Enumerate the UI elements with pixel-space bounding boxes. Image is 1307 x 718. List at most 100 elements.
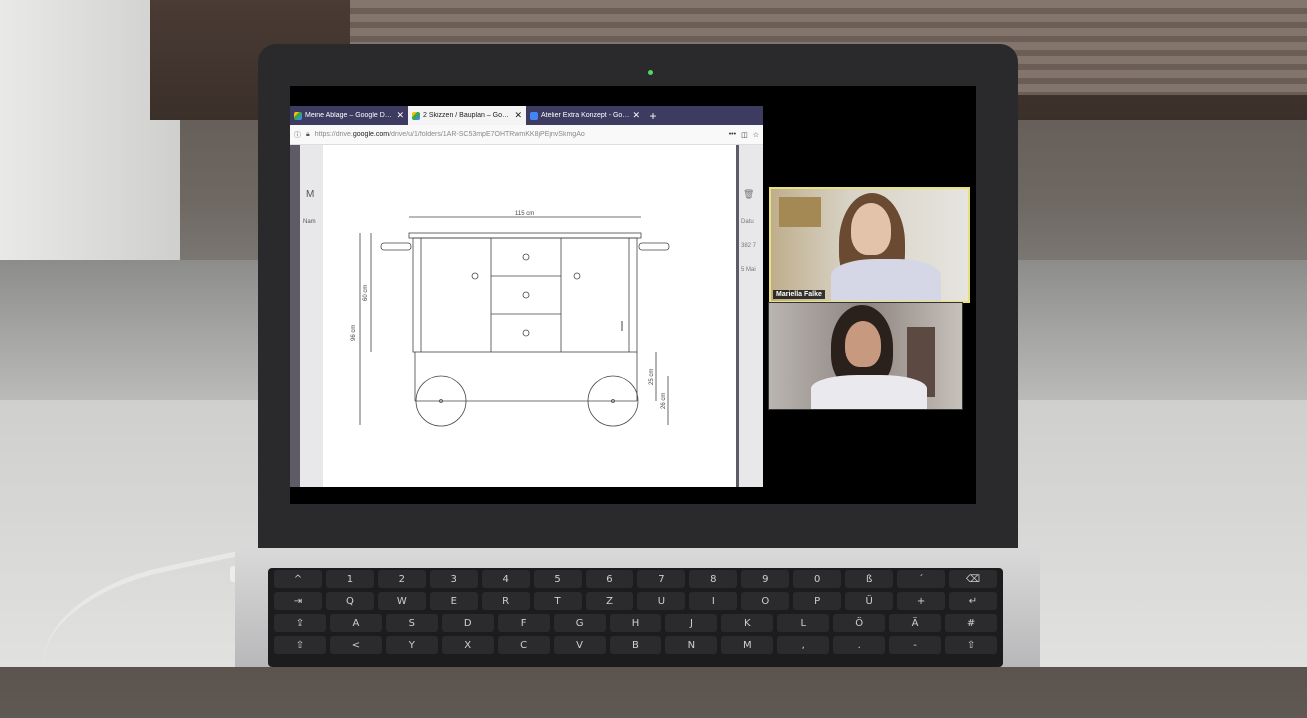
drive-column-date: Datu xyxy=(741,219,754,225)
participant-shirt xyxy=(811,375,927,409)
keyboard-key[interactable]: ´ xyxy=(897,570,945,588)
keyboard-key[interactable]: ⇥ xyxy=(274,592,322,610)
keyboard-key[interactable]: . xyxy=(833,636,886,654)
keyboard-key[interactable]: 2 xyxy=(377,570,426,588)
keyboard-key[interactable]: I xyxy=(689,592,738,610)
cart-body xyxy=(412,237,638,353)
blueprint-page[interactable]: 115 cm 96 cm 60 cm 25 cm 26 cm xyxy=(323,145,736,487)
keyboard-key[interactable]: 4 xyxy=(481,570,530,588)
keyboard-key[interactable]: + xyxy=(897,592,945,610)
keyboard-key[interactable]: Q xyxy=(325,592,374,610)
keyboard-key[interactable]: A xyxy=(329,614,382,632)
page-actions-icon[interactable]: ••• xyxy=(729,131,736,138)
keyboard-key[interactable]: C xyxy=(497,636,550,654)
bookmark-star-icon[interactable]: ☆ xyxy=(753,131,759,139)
drive-list-right: 🗑︎ Datu 382 7 5 Mai xyxy=(739,145,763,487)
keyboard-key[interactable]: 5 xyxy=(533,570,582,588)
keyboard-key[interactable]: - xyxy=(889,636,942,654)
keyboard-key[interactable]: ⇧ xyxy=(945,636,997,654)
participant-name-tag: Mariella Falke xyxy=(773,290,825,299)
lock-icon[interactable]: 🔒︎ xyxy=(306,131,310,139)
keyboard-key[interactable]: J xyxy=(665,614,718,632)
address-bar[interactable]: ⓘ 🔒︎ https://drive.google.com/drive/u/1/… xyxy=(290,125,763,145)
keyboard-key[interactable]: ↵ xyxy=(948,592,997,610)
close-tab-icon[interactable]: ✕ xyxy=(514,110,522,121)
keyboard-key[interactable]: T xyxy=(533,592,582,610)
keyboard-key[interactable]: , xyxy=(777,636,830,654)
keyboard-key[interactable]: R xyxy=(481,592,530,610)
door-knob-right xyxy=(573,272,581,280)
clearance-label: 25 cm xyxy=(649,369,655,385)
keyboard-key[interactable]: H xyxy=(609,614,662,632)
keyboard-key[interactable]: U xyxy=(637,592,686,610)
drive-list-left: M Nam xyxy=(300,145,325,487)
tab-skizzen-bauplan[interactable]: 2 Skizzen / Bauplan – Google ✕ xyxy=(408,106,526,125)
keyboard-key[interactable]: M xyxy=(721,636,774,654)
tab-meine-ablage[interactable]: Meine Ablage – Google Drive ✕ xyxy=(290,106,408,125)
drawer-knob xyxy=(522,329,530,337)
keyboard-key[interactable]: 3 xyxy=(429,570,478,588)
cart-top-board xyxy=(408,232,642,239)
keyboard-key[interactable]: 0 xyxy=(793,570,842,588)
keyboard-key[interactable]: 1 xyxy=(325,570,374,588)
keyboard-key[interactable]: G xyxy=(553,614,606,632)
keyboard-key[interactable]: 6 xyxy=(585,570,634,588)
keyboard-key[interactable]: ^ xyxy=(274,570,322,588)
tab-label: Atelier Extra Konzept - Google xyxy=(541,112,630,119)
handle-right xyxy=(638,242,670,251)
keyboard-key[interactable]: < xyxy=(329,636,382,654)
keyboard-key[interactable]: ß xyxy=(845,570,894,588)
width-label: 115 cm xyxy=(515,211,534,217)
keyboard-key[interactable]: F xyxy=(497,614,550,632)
tab-label: 2 Skizzen / Bauplan – Google xyxy=(423,112,512,119)
keyboard-key[interactable]: W xyxy=(377,592,426,610)
keyboard-key[interactable]: N xyxy=(665,636,718,654)
trash-icon[interactable]: 🗑︎ xyxy=(743,189,754,200)
wheel-height-label: 26 cm xyxy=(661,393,667,409)
google-docs-icon xyxy=(530,111,538,120)
info-icon[interactable]: ⓘ xyxy=(294,130,301,140)
door-knob-left xyxy=(471,272,479,280)
keyboard-key[interactable]: Ä xyxy=(889,614,942,632)
browser-window: Meine Ablage – Google Drive ✕ 2 Skizzen … xyxy=(290,106,763,487)
keyboard-key[interactable]: # xyxy=(945,614,997,632)
url-text[interactable]: https://drive.google.com/drive/u/1/folde… xyxy=(315,131,724,138)
keyboard-key[interactable]: Ö xyxy=(833,614,886,632)
close-tab-icon[interactable]: ✕ xyxy=(396,110,404,121)
keyboard-key[interactable]: S xyxy=(385,614,438,632)
participant-face xyxy=(851,203,891,255)
keyboard-key[interactable]: O xyxy=(741,592,790,610)
keyboard-row: ⇥ Q W E R T Z U I O P Ü + ↵ xyxy=(274,592,997,610)
participant-shirt xyxy=(831,259,941,301)
keyboard-key[interactable]: Z xyxy=(585,592,634,610)
new-tab-button[interactable]: + xyxy=(644,106,662,125)
google-drive-icon xyxy=(412,111,420,120)
pocket-icon[interactable]: ◫ xyxy=(741,131,748,139)
tab-atelier-extra-konzept[interactable]: Atelier Extra Konzept - Google ✕ xyxy=(526,106,644,125)
google-drive-icon xyxy=(294,111,302,120)
close-tab-icon[interactable]: ✕ xyxy=(632,110,640,121)
keyboard-key[interactable]: B xyxy=(609,636,662,654)
keyboard-key[interactable]: K xyxy=(721,614,774,632)
keyboard-key[interactable]: 8 xyxy=(689,570,738,588)
keyboard-key[interactable]: L xyxy=(777,614,830,632)
keyboard-key[interactable]: Y xyxy=(385,636,438,654)
keyboard-key[interactable]: P xyxy=(793,592,842,610)
keyboard-key[interactable]: ⇪ xyxy=(274,614,326,632)
keyboard-key[interactable]: ⇧ xyxy=(274,636,326,654)
participant-face xyxy=(845,321,881,367)
keyboard-key[interactable]: V xyxy=(553,636,606,654)
keyboard-key[interactable]: Ü xyxy=(845,592,894,610)
video-tile-participant-2[interactable] xyxy=(768,302,963,410)
drawer-knob xyxy=(522,291,530,299)
keyboard: ^ 1 2 3 4 5 6 7 8 9 0 ß ´ ⌫ ⇥ Q W E R T Z U I O P Ü + ↵ ⇪ A S D F G H J K L… xyxy=(268,568,1003,667)
keyboard-key[interactable]: D xyxy=(441,614,494,632)
keyboard-key[interactable]: 7 xyxy=(637,570,686,588)
keyboard-key[interactable]: E xyxy=(429,592,478,610)
keyboard-key[interactable]: X xyxy=(441,636,494,654)
keyboard-key[interactable]: 9 xyxy=(741,570,790,588)
drawer-knob xyxy=(522,253,530,261)
tab-bar: Meine Ablage – Google Drive ✕ 2 Skizzen … xyxy=(290,106,763,125)
video-tile-mariella[interactable]: Mariella Falke xyxy=(769,187,970,303)
keyboard-key[interactable]: ⌫ xyxy=(948,570,997,588)
